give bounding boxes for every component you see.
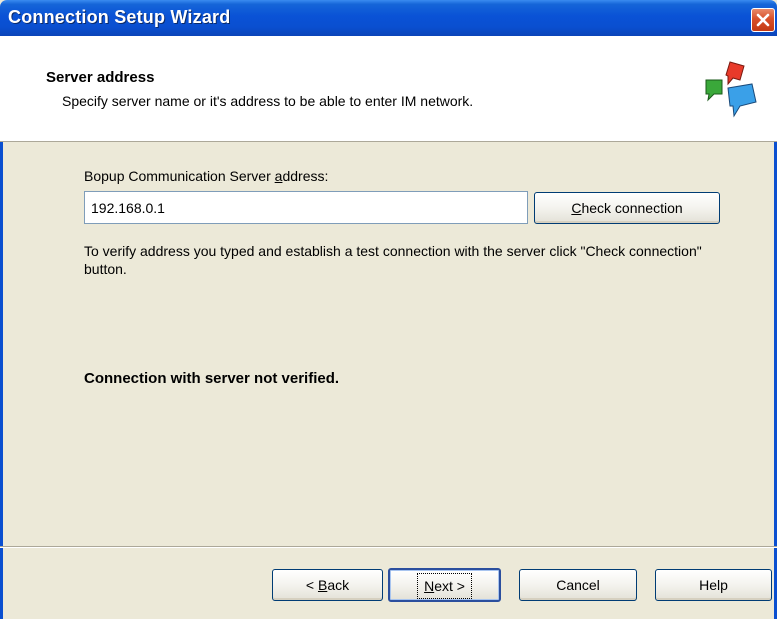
close-button[interactable] [751, 8, 775, 32]
server-address-input[interactable] [84, 191, 528, 224]
check-connection-button[interactable]: Check connection [534, 192, 720, 224]
wizard-window: Connection Setup Wizard Server address S… [0, 0, 777, 619]
back-label-post: ack [327, 577, 350, 593]
server-label-text: Bopup Communication Server [84, 168, 275, 184]
next-button[interactable]: Next > [388, 568, 501, 602]
wizard-header: Server address Specify server name or it… [0, 36, 777, 142]
verify-instructions: To verify address you typed and establis… [84, 243, 702, 277]
next-label-post: ext > [434, 578, 465, 594]
server-address-label: Bopup Communication Server address: [84, 168, 328, 184]
check-label-post: heck connection [581, 200, 683, 216]
chat-bubbles-icon [705, 61, 757, 118]
footer-divider [0, 546, 777, 548]
back-label-accel: B [317, 577, 328, 593]
server-label-text-end: ddress: [282, 168, 329, 184]
check-label-accel: C [571, 200, 582, 216]
window-title: Connection Setup Wizard [8, 7, 231, 27]
connection-status: Connection with server not verified. [84, 370, 340, 387]
next-focus-rect: Next > [417, 573, 472, 599]
cancel-button[interactable]: Cancel [519, 569, 637, 601]
help-button[interactable]: Help [655, 569, 772, 601]
next-label-accel: N [424, 578, 435, 594]
header-title: Server address [46, 69, 155, 86]
header-subtitle: Specify server name or it's address to b… [62, 93, 474, 109]
back-button[interactable]: < Back [272, 569, 383, 601]
close-icon [756, 13, 770, 27]
back-label-pre: < [305, 577, 318, 593]
title-bar[interactable]: Connection Setup Wizard [0, 0, 777, 36]
